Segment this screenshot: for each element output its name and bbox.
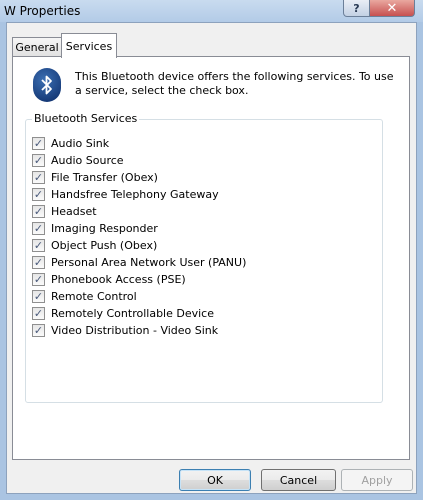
service-checkbox[interactable]: ✓	[32, 222, 45, 235]
bluetooth-services-group: Bluetooth Services ✓ Audio Sink ✓ Audio Sou…	[25, 112, 383, 403]
service-item[interactable]: ✓ Phonebook Access (PSE)	[32, 271, 246, 288]
service-checkbox[interactable]: ✓	[32, 290, 45, 303]
bluetooth-icon	[33, 68, 61, 102]
close-button[interactable]: ✕	[369, 0, 415, 17]
service-checkbox[interactable]: ✓	[32, 154, 45, 167]
service-label: Video Distribution - Video Sink	[51, 324, 219, 337]
service-checkbox[interactable]: ✓	[32, 307, 45, 320]
service-item[interactable]: ✓ Audio Sink	[32, 135, 246, 152]
service-checkbox[interactable]: ✓	[32, 324, 45, 337]
services-intro-text: This Bluetooth device offers the followi…	[75, 70, 394, 97]
service-checkbox[interactable]: ✓	[32, 273, 45, 286]
cancel-button[interactable]: Cancel	[261, 469, 336, 491]
dialog-body: General Services This Bluetooth device o…	[6, 22, 417, 494]
apply-button[interactable]: Apply	[341, 469, 413, 491]
service-label: Headset	[51, 205, 97, 218]
tab-services[interactable]: Services	[61, 33, 117, 58]
service-label: Audio Sink	[51, 137, 110, 150]
service-checkbox[interactable]: ✓	[32, 171, 45, 184]
service-checkbox[interactable]: ✓	[32, 188, 45, 201]
service-label: Imaging Responder	[51, 222, 158, 235]
service-item[interactable]: ✓ Remotely Controllable Device	[32, 305, 246, 322]
service-label: Personal Area Network User (PANU)	[51, 256, 247, 269]
service-item[interactable]: ✓ Personal Area Network User (PANU)	[32, 254, 246, 271]
service-label: Object Push (Obex)	[51, 239, 158, 252]
tab-general[interactable]: General	[12, 37, 62, 57]
service-label: Remotely Controllable Device	[51, 307, 214, 320]
service-item[interactable]: ✓ Headset	[32, 203, 246, 220]
service-item[interactable]: ✓ Audio Source	[32, 152, 246, 169]
service-checkbox[interactable]: ✓	[32, 239, 45, 252]
service-label: Phonebook Access (PSE)	[51, 273, 186, 286]
service-item[interactable]: ✓ Object Push (Obex)	[32, 237, 246, 254]
service-label: File Transfer (Obex)	[51, 171, 158, 184]
group-title: Bluetooth Services	[32, 112, 140, 125]
service-list: ✓ Audio Sink ✓ Audio Source ✓ File Transfer (…	[32, 135, 246, 339]
service-item[interactable]: ✓ Handsfree Telephony Gateway	[32, 186, 246, 203]
ok-button[interactable]: OK	[179, 469, 251, 491]
service-label: Handsfree Telephony Gateway	[51, 188, 219, 201]
service-item[interactable]: ✓ Remote Control	[32, 288, 246, 305]
properties-dialog: W Properties ? ✕ General Services This B…	[0, 0, 423, 500]
service-item[interactable]: ✓ Video Distribution - Video Sink	[32, 322, 246, 339]
help-button[interactable]: ?	[343, 0, 370, 17]
service-label: Remote Control	[51, 290, 137, 303]
service-item[interactable]: ✓ File Transfer (Obex)	[32, 169, 246, 186]
title-bar[interactable]: W Properties ? ✕	[0, 0, 423, 22]
services-tab-panel: This Bluetooth device offers the followi…	[12, 56, 410, 460]
service-checkbox[interactable]: ✓	[32, 256, 45, 269]
window-title: W Properties	[4, 4, 81, 18]
service-checkbox[interactable]: ✓	[32, 137, 45, 150]
service-checkbox[interactable]: ✓	[32, 205, 45, 218]
service-item[interactable]: ✓ Imaging Responder	[32, 220, 246, 237]
service-label: Audio Source	[51, 154, 124, 167]
